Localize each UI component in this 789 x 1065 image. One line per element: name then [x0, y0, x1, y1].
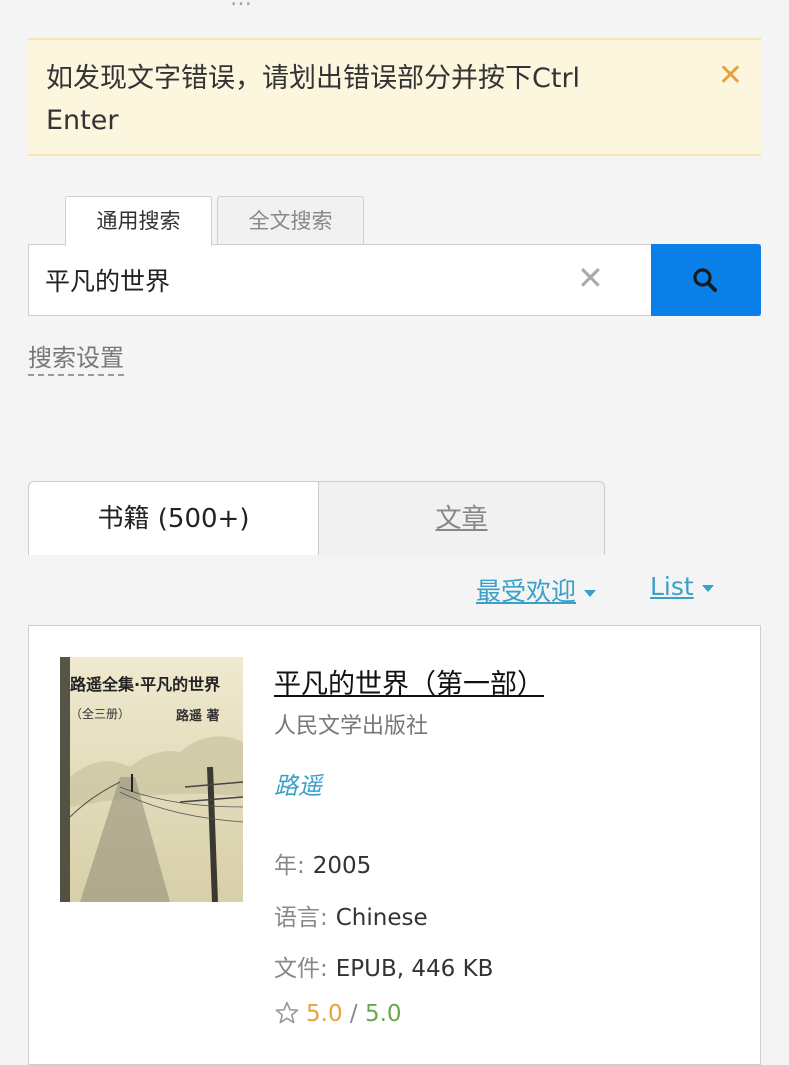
- book-result-card: 路遥全集·平凡的世界 （全三册） 路遥 著 平凡的世界（第一部） 人民文学出版社…: [28, 625, 761, 1065]
- tab-fulltext-search[interactable]: 全文搜索: [217, 196, 364, 244]
- error-report-notice: 如发现文字错误，请划出错误部分并按下Ctrl Enter ✕: [28, 38, 761, 156]
- chevron-down-icon: [584, 589, 597, 597]
- book-year: 年: 2005: [274, 846, 371, 880]
- search-button[interactable]: [651, 244, 761, 316]
- year-label: 年:: [274, 853, 305, 879]
- book-author-link[interactable]: 路遥: [274, 766, 322, 801]
- language-label: 语言:: [274, 905, 328, 931]
- user-rating: 5.0: [306, 1001, 343, 1027]
- language-value: Chinese: [335, 905, 428, 931]
- year-value: 2005: [312, 853, 372, 879]
- book-publisher: 人民文学出版社: [274, 714, 429, 739]
- sort-dropdown[interactable]: 最受欢迎: [476, 572, 597, 608]
- book-cover[interactable]: 路遥全集·平凡的世界 （全三册） 路遥 著: [60, 657, 243, 902]
- cover-title: 路遥全集·平凡的世界: [70, 675, 221, 694]
- search-settings-link[interactable]: 搜索设置: [28, 342, 124, 376]
- search-icon: [693, 268, 717, 292]
- tab-articles[interactable]: 文章: [318, 481, 605, 555]
- book-file: 文件: EPUB, 446 KB: [274, 949, 493, 983]
- star-icon[interactable]: [274, 1000, 300, 1026]
- search-box: ✕: [28, 244, 761, 316]
- sort-label: 最受欢迎: [476, 577, 577, 606]
- book-title-link[interactable]: 平凡的世界（第一部）: [274, 662, 544, 701]
- book-language: 语言: Chinese: [274, 898, 428, 932]
- rating-separator: /: [349, 1001, 358, 1027]
- file-value: EPUB, 446 KB: [335, 956, 494, 982]
- tab-books[interactable]: 书籍 (500+): [28, 481, 319, 555]
- cover-subtitle: （全三册）: [70, 707, 131, 721]
- clear-search-icon[interactable]: ✕: [577, 259, 604, 297]
- file-label: 文件:: [274, 956, 328, 982]
- search-input[interactable]: [29, 245, 569, 315]
- notice-text: 如发现文字错误，请划出错误部分并按下Ctrl Enter: [46, 63, 581, 136]
- chevron-down-icon: [701, 584, 714, 592]
- close-icon[interactable]: ✕: [718, 58, 743, 93]
- view-mode-label: List: [650, 572, 694, 601]
- tab-general-search[interactable]: 通用搜索: [65, 196, 212, 246]
- cover-author: 路遥 著: [176, 709, 220, 724]
- quality-rating: 5.0: [364, 1001, 402, 1027]
- book-rating: 5.0 / 5.0: [274, 1000, 402, 1027]
- view-mode-dropdown[interactable]: List: [650, 572, 714, 601]
- top-cut-off-text: …: [230, 0, 254, 11]
- tab-articles-label: 文章: [435, 504, 488, 534]
